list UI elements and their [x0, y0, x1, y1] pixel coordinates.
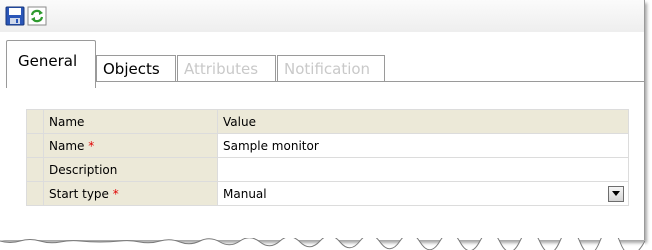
grid-row-description: Description	[26, 157, 629, 182]
properties-window: General Objects Attributes Notification …	[0, 0, 645, 240]
row-gutter	[26, 181, 44, 206]
column-header-name: Name	[43, 109, 218, 134]
property-label-text: Description	[49, 162, 118, 177]
property-label-text: Start type	[49, 186, 109, 201]
name-value-field[interactable]: Sample monitor	[217, 133, 629, 158]
tab-notification: Notification	[277, 55, 385, 81]
grid-row-start-type: Start type * Manual	[26, 181, 629, 206]
tab-general[interactable]: General	[6, 40, 96, 88]
tab-notification-label: Notification	[284, 60, 371, 78]
start-type-dropdown-button[interactable]	[608, 185, 624, 202]
tab-general-label: General	[18, 52, 78, 70]
property-label-name: Name *	[43, 133, 218, 158]
tab-divider	[95, 81, 644, 82]
tab-attributes-label: Attributes	[184, 60, 259, 78]
properties-grid: Name Value Name * Sample monitor Descrip…	[26, 109, 629, 206]
tab-objects[interactable]: Objects	[96, 55, 176, 81]
toolbar	[0, 0, 644, 32]
property-label-text: Name	[49, 138, 85, 153]
grid-header-row: Name Value	[26, 109, 629, 134]
torn-edge	[0, 238, 645, 250]
start-type-select[interactable]: Manual	[217, 181, 629, 206]
row-gutter	[26, 133, 44, 158]
refresh-button[interactable]	[26, 5, 48, 27]
tab-strip: General Objects Attributes Notification	[0, 36, 644, 88]
required-marker: *	[112, 186, 119, 201]
chevron-down-icon	[612, 191, 620, 196]
row-gutter	[26, 157, 44, 182]
row-gutter	[26, 109, 44, 134]
description-value-field[interactable]	[217, 157, 629, 182]
column-header-value: Value	[217, 109, 629, 134]
property-label-start-type: Start type *	[43, 181, 218, 206]
save-icon	[5, 6, 25, 26]
tab-objects-label: Objects	[103, 60, 160, 78]
grid-row-name: Name * Sample monitor	[26, 133, 629, 158]
save-button[interactable]	[4, 5, 26, 27]
refresh-icon	[27, 6, 47, 26]
property-label-description: Description	[43, 157, 218, 182]
tab-attributes: Attributes	[177, 55, 276, 81]
start-type-selected-value: Manual	[223, 186, 267, 201]
required-marker: *	[88, 138, 95, 153]
